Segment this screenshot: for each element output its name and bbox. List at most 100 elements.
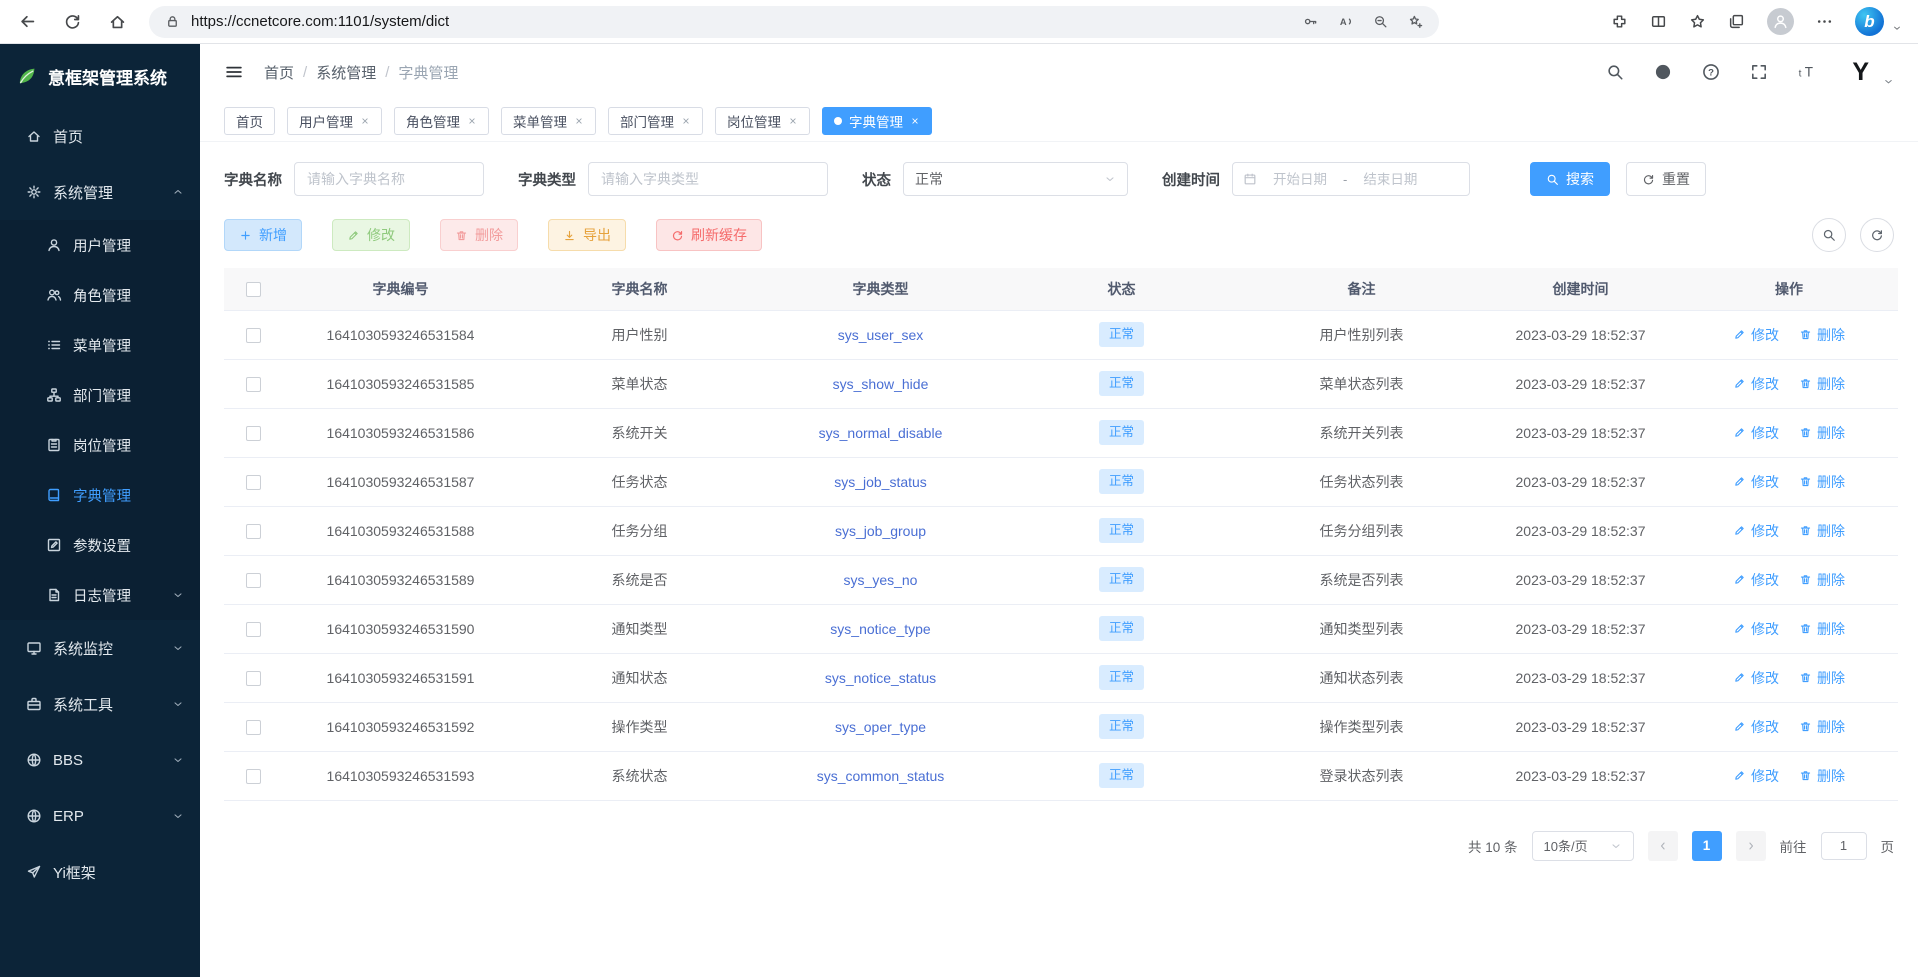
read-aloud-icon[interactable]: A	[1338, 14, 1353, 29]
start-date-input[interactable]	[1261, 172, 1339, 187]
sidebar-item-post[interactable]: 岗位管理	[0, 420, 200, 470]
sidebar-item-role[interactable]: 角色管理	[0, 270, 200, 320]
export-button[interactable]: 导出	[548, 219, 626, 251]
row-checkbox[interactable]	[246, 426, 261, 441]
add-button[interactable]: 新增	[224, 219, 302, 251]
dict-type-link[interactable]: sys_notice_status	[825, 670, 936, 686]
sidebar-item-dict[interactable]: 字典管理	[0, 470, 200, 520]
tab-user[interactable]: 用户管理	[287, 107, 382, 135]
browser-menu-icon[interactable]	[1816, 13, 1833, 30]
sidebar-item-param[interactable]: 参数设置	[0, 520, 200, 570]
page-number[interactable]: 1	[1692, 831, 1722, 861]
tab-close-icon[interactable]	[467, 116, 477, 126]
favorites-icon[interactable]	[1689, 13, 1706, 30]
split-screen-icon[interactable]	[1650, 13, 1667, 30]
tab-post[interactable]: 岗位管理	[715, 107, 810, 135]
dict-type-link[interactable]: sys_normal_disable	[819, 425, 943, 441]
delete-row-link[interactable]: 删除	[1799, 570, 1845, 590]
breadcrumb-item[interactable]: 字典管理	[398, 62, 458, 83]
sidebar-item-home[interactable]: 首页	[0, 108, 200, 164]
end-date-input[interactable]	[1351, 172, 1429, 187]
bing-copilot-icon[interactable]: b	[1855, 7, 1884, 36]
header-search-icon[interactable]	[1606, 63, 1624, 81]
delete-row-link[interactable]: 删除	[1799, 472, 1845, 492]
url-text[interactable]: https://ccnetcore.com:1101/system/dict	[191, 13, 449, 30]
tab-close-icon[interactable]	[681, 116, 691, 126]
delete-row-link[interactable]: 删除	[1799, 521, 1845, 541]
dict-type-link[interactable]: sys_user_sex	[838, 327, 924, 343]
dict-type-link[interactable]: sys_oper_type	[835, 719, 926, 735]
next-page-button[interactable]	[1736, 831, 1766, 861]
delete-row-link[interactable]: 删除	[1799, 423, 1845, 443]
page-size-select[interactable]: 10条/页	[1532, 831, 1634, 861]
row-checkbox[interactable]	[246, 328, 261, 343]
row-checkbox[interactable]	[246, 622, 261, 637]
edit-row-link[interactable]: 修改	[1733, 374, 1779, 394]
tab-close-icon[interactable]	[910, 116, 920, 126]
tab-menu[interactable]: 菜单管理	[501, 107, 596, 135]
edit-row-link[interactable]: 修改	[1733, 766, 1779, 786]
edit-row-link[interactable]: 修改	[1733, 619, 1779, 639]
tab-close-icon[interactable]	[574, 116, 584, 126]
copilot-caret-icon[interactable]	[1892, 23, 1902, 33]
user-avatar[interactable]: Y	[1852, 58, 1869, 87]
breadcrumb-item[interactable]: 首页	[264, 62, 294, 83]
sidebar-item-erp[interactable]: ERP	[0, 788, 200, 844]
sidebar-item-dept[interactable]: 部门管理	[0, 370, 200, 420]
dict-type-link[interactable]: sys_yes_no	[844, 572, 918, 588]
row-checkbox[interactable]	[246, 524, 261, 539]
status-select[interactable]: 正常	[903, 162, 1128, 196]
browser-back-icon[interactable]	[18, 12, 37, 31]
delete-row-link[interactable]: 删除	[1799, 766, 1845, 786]
breadcrumb-item[interactable]: 系统管理	[316, 62, 376, 83]
tab-close-icon[interactable]	[788, 116, 798, 126]
edit-row-link[interactable]: 修改	[1733, 668, 1779, 688]
password-key-icon[interactable]	[1303, 14, 1318, 29]
sidebar-item-menu[interactable]: 菜单管理	[0, 320, 200, 370]
reset-button[interactable]: 重置	[1626, 162, 1706, 196]
tab-dict[interactable]: 字典管理	[822, 107, 932, 135]
dict-type-link[interactable]: sys_common_status	[817, 768, 945, 784]
delete-row-link[interactable]: 删除	[1799, 325, 1845, 345]
toggle-search-button[interactable]	[1812, 218, 1846, 252]
tab-home[interactable]: 首页	[224, 107, 275, 135]
font-size-icon[interactable]: tT	[1798, 63, 1816, 81]
row-checkbox[interactable]	[246, 671, 261, 686]
edit-row-link[interactable]: 修改	[1733, 521, 1779, 541]
row-checkbox[interactable]	[246, 475, 261, 490]
row-checkbox[interactable]	[246, 573, 261, 588]
date-range-picker[interactable]: -	[1232, 162, 1470, 196]
tab-dept[interactable]: 部门管理	[608, 107, 703, 135]
sidebar-item-bbs[interactable]: BBS	[0, 732, 200, 788]
refresh-cache-button[interactable]: 刷新缓存	[656, 219, 762, 251]
user-menu-caret-icon[interactable]	[1883, 76, 1894, 87]
row-checkbox[interactable]	[246, 720, 261, 735]
select-all-checkbox[interactable]	[246, 282, 261, 297]
lock-icon[interactable]	[165, 14, 180, 29]
edit-row-link[interactable]: 修改	[1733, 472, 1779, 492]
dict-type-link[interactable]: sys_show_hide	[833, 376, 929, 392]
help-icon[interactable]: ?	[1702, 63, 1720, 81]
dict-type-input[interactable]	[588, 162, 828, 196]
goto-page-input[interactable]	[1821, 832, 1867, 860]
sidebar-item-tools[interactable]: 系统工具	[0, 676, 200, 732]
delete-row-link[interactable]: 删除	[1799, 668, 1845, 688]
edit-row-link[interactable]: 修改	[1733, 570, 1779, 590]
edit-row-link[interactable]: 修改	[1733, 325, 1779, 345]
collapse-sidebar-icon[interactable]	[224, 62, 244, 82]
tab-role[interactable]: 角色管理	[394, 107, 489, 135]
address-bar[interactable]: https://ccnetcore.com:1101/system/dict A	[149, 6, 1439, 38]
github-icon[interactable]	[1654, 63, 1672, 81]
refresh-table-button[interactable]	[1860, 218, 1894, 252]
delete-button[interactable]: 删除	[440, 219, 518, 251]
sidebar-item-user[interactable]: 用户管理	[0, 220, 200, 270]
dict-type-link[interactable]: sys_job_group	[835, 523, 926, 539]
sidebar-item-log[interactable]: 日志管理	[0, 570, 200, 620]
dict-type-link[interactable]: sys_notice_type	[830, 621, 930, 637]
prev-page-button[interactable]	[1648, 831, 1678, 861]
dict-type-link[interactable]: sys_job_status	[834, 474, 927, 490]
collections-icon[interactable]	[1728, 13, 1745, 30]
delete-row-link[interactable]: 删除	[1799, 374, 1845, 394]
row-checkbox[interactable]	[246, 769, 261, 784]
add-favorite-icon[interactable]	[1408, 14, 1423, 29]
